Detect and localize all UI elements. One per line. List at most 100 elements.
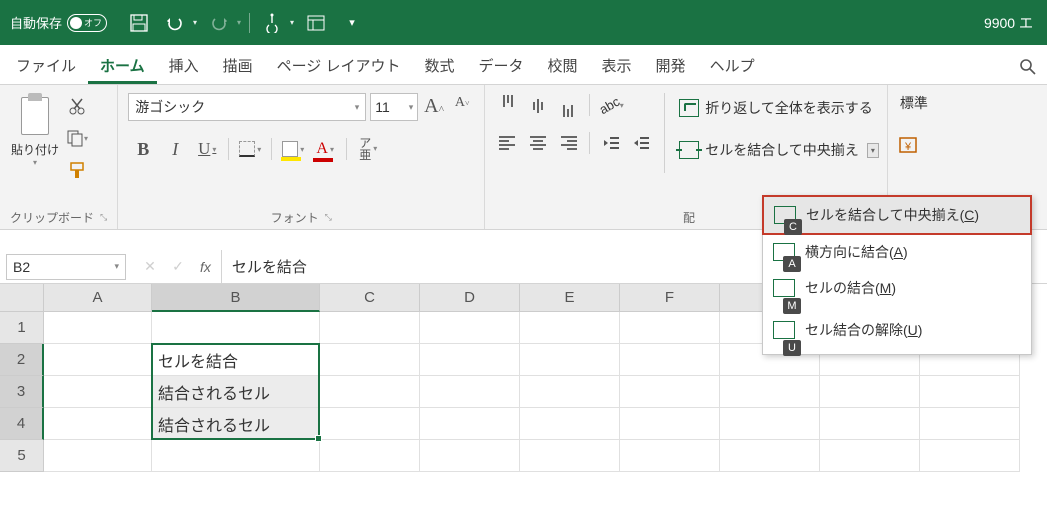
- cell-A5[interactable]: [44, 440, 152, 472]
- cell-C5[interactable]: [320, 440, 420, 472]
- touch-dropdown-icon[interactable]: ▾: [290, 18, 294, 27]
- cell-F5[interactable]: [620, 440, 720, 472]
- row-header-3[interactable]: 3: [0, 376, 44, 408]
- cell-B4[interactable]: 結合されるセル: [152, 408, 320, 440]
- border-button[interactable]: ▾: [235, 135, 265, 163]
- qat-customize-icon[interactable]: ▾: [338, 9, 366, 37]
- col-header-F[interactable]: F: [620, 284, 720, 312]
- col-header-A[interactable]: A: [44, 284, 152, 312]
- col-header-D[interactable]: D: [420, 284, 520, 312]
- autosave-toggle[interactable]: 自動保存 オフ: [10, 13, 107, 32]
- orientation-icon[interactable]: abc▾: [598, 93, 624, 117]
- merge-center-button[interactable]: セルを結合して中央揃え ▾: [675, 137, 883, 163]
- cell-B1[interactable]: [152, 312, 320, 344]
- bold-button[interactable]: B: [128, 135, 158, 163]
- search-icon[interactable]: [1013, 50, 1043, 84]
- cell-D1[interactable]: [420, 312, 520, 344]
- cell-H4[interactable]: [820, 408, 920, 440]
- cell-A1[interactable]: [44, 312, 152, 344]
- cell-G4[interactable]: [720, 408, 820, 440]
- align-left-icon[interactable]: [495, 131, 521, 155]
- decrease-indent-icon[interactable]: [598, 131, 624, 155]
- wrap-text-button[interactable]: 折り返して全体を表示する: [675, 95, 883, 121]
- cell-A2[interactable]: [44, 344, 152, 376]
- row-header-1[interactable]: 1: [0, 312, 44, 344]
- align-bottom-icon[interactable]: [555, 93, 581, 117]
- undo-dropdown-icon[interactable]: ▾: [193, 18, 197, 27]
- cell-D3[interactable]: [420, 376, 520, 408]
- save-icon[interactable]: [125, 9, 153, 37]
- italic-button[interactable]: I: [160, 135, 190, 163]
- col-header-E[interactable]: E: [520, 284, 620, 312]
- align-center-icon[interactable]: [525, 131, 551, 155]
- cell-A4[interactable]: [44, 408, 152, 440]
- tab-draw[interactable]: 描画: [211, 47, 265, 84]
- cell-E2[interactable]: [520, 344, 620, 376]
- cell-I5[interactable]: [920, 440, 1020, 472]
- cell-D4[interactable]: [420, 408, 520, 440]
- cell-I3[interactable]: [920, 376, 1020, 408]
- touch-mode-icon[interactable]: [258, 9, 286, 37]
- cell-G3[interactable]: [720, 376, 820, 408]
- fill-color-button[interactable]: ▾: [278, 135, 308, 163]
- decrease-font-icon[interactable]: A˅: [450, 95, 474, 119]
- paste-button[interactable]: 貼り付け ▾: [10, 93, 60, 167]
- menu-merge-cells[interactable]: セルの結合(M) M: [763, 270, 1031, 312]
- fx-icon[interactable]: fx: [196, 259, 221, 275]
- font-dialog-icon[interactable]: ⤡: [325, 212, 332, 223]
- cell-C3[interactable]: [320, 376, 420, 408]
- accounting-format-icon[interactable]: ¥: [898, 133, 922, 157]
- font-color-button[interactable]: A▾: [310, 135, 340, 163]
- cell-C1[interactable]: [320, 312, 420, 344]
- name-box[interactable]: B2▾: [6, 254, 126, 280]
- tab-data[interactable]: データ: [467, 47, 536, 84]
- form-icon[interactable]: [302, 9, 330, 37]
- cell-E4[interactable]: [520, 408, 620, 440]
- cell-D2[interactable]: [420, 344, 520, 376]
- cell-F1[interactable]: [620, 312, 720, 344]
- cell-E5[interactable]: [520, 440, 620, 472]
- increase-indent-icon[interactable]: [628, 131, 654, 155]
- cell-F2[interactable]: [620, 344, 720, 376]
- phonetic-button[interactable]: ア亜▾: [353, 135, 383, 163]
- tab-insert[interactable]: 挿入: [157, 47, 211, 84]
- cell-D5[interactable]: [420, 440, 520, 472]
- number-format-select[interactable]: 標準: [898, 93, 938, 119]
- col-header-C[interactable]: C: [320, 284, 420, 312]
- format-painter-icon[interactable]: [66, 159, 88, 181]
- cell-E3[interactable]: [520, 376, 620, 408]
- cell-B3[interactable]: 結合されるセル: [152, 376, 320, 408]
- cell-F3[interactable]: [620, 376, 720, 408]
- cell-B2[interactable]: セルを結合: [152, 344, 320, 376]
- cell-C2[interactable]: [320, 344, 420, 376]
- cell-I4[interactable]: [920, 408, 1020, 440]
- tab-home[interactable]: ホーム: [88, 47, 157, 84]
- merge-dropdown-icon[interactable]: ▾: [867, 143, 879, 158]
- cell-C4[interactable]: [320, 408, 420, 440]
- undo-icon[interactable]: [161, 9, 189, 37]
- cell-G5[interactable]: [720, 440, 820, 472]
- row-header-5[interactable]: 5: [0, 440, 44, 472]
- align-right-icon[interactable]: [555, 131, 581, 155]
- tab-help[interactable]: ヘルプ: [698, 47, 767, 84]
- tab-developer[interactable]: 開発: [644, 47, 698, 84]
- align-middle-icon[interactable]: [525, 93, 551, 117]
- font-size-select[interactable]: 11▾: [370, 93, 418, 121]
- cell-B5[interactable]: [152, 440, 320, 472]
- row-header-4[interactable]: 4: [0, 408, 44, 440]
- cell-H5[interactable]: [820, 440, 920, 472]
- tab-view[interactable]: 表示: [590, 47, 644, 84]
- select-all-corner[interactable]: [0, 284, 44, 312]
- increase-font-icon[interactable]: A˄: [422, 95, 446, 119]
- tab-review[interactable]: 校閲: [536, 47, 590, 84]
- col-header-B[interactable]: B: [152, 284, 320, 312]
- menu-unmerge[interactable]: セル結合の解除(U) U: [763, 312, 1031, 354]
- cell-H3[interactable]: [820, 376, 920, 408]
- copy-icon[interactable]: ▾: [66, 127, 88, 149]
- font-name-select[interactable]: 游ゴシック▾: [128, 93, 366, 121]
- cell-F4[interactable]: [620, 408, 720, 440]
- tab-page-layout[interactable]: ページ レイアウト: [265, 47, 413, 84]
- underline-button[interactable]: U▾: [192, 135, 222, 163]
- tab-file[interactable]: ファイル: [4, 47, 88, 84]
- align-top-icon[interactable]: [495, 93, 521, 117]
